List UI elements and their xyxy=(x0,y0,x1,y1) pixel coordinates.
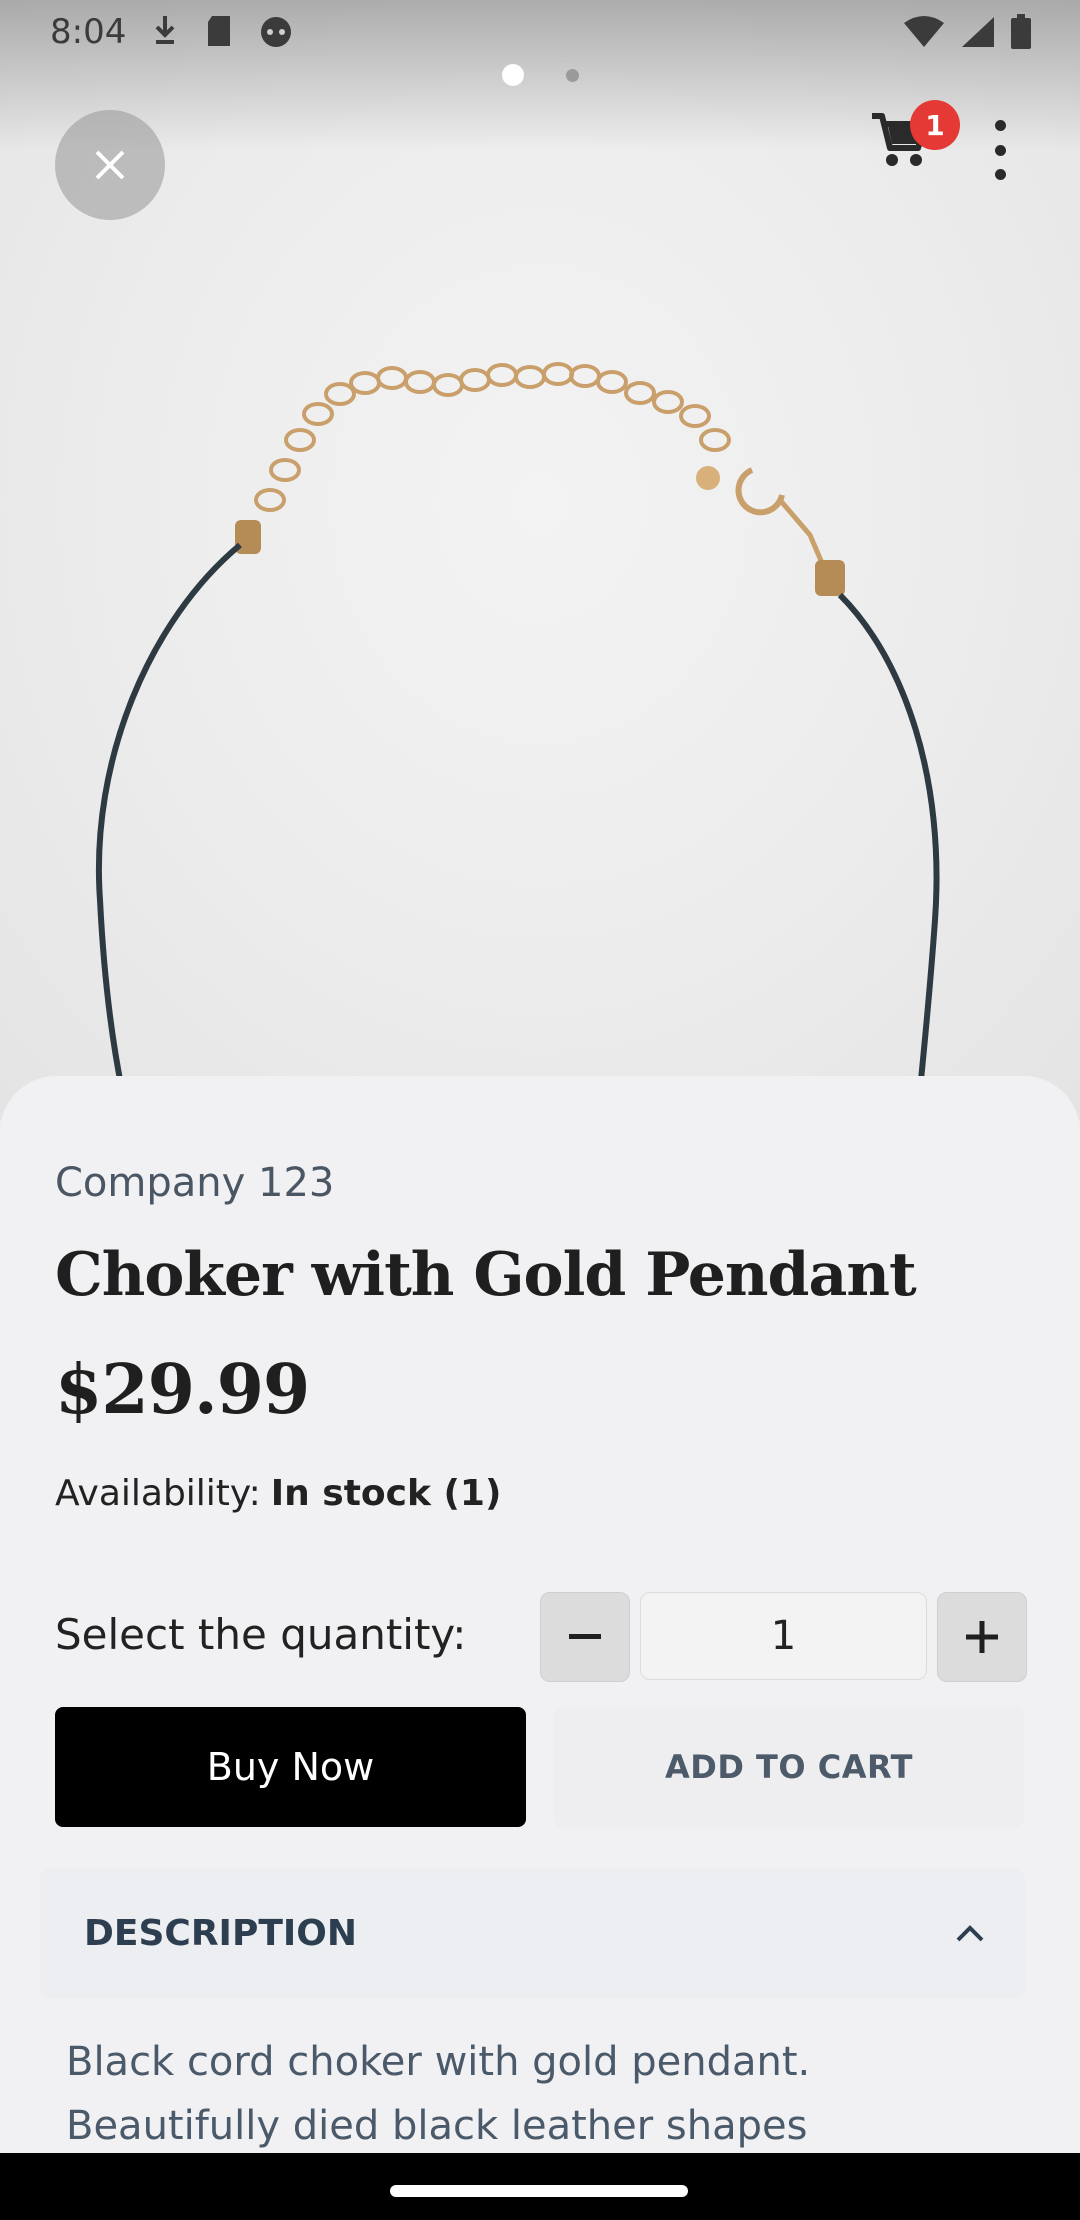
availability-label: Availability: xyxy=(55,1473,261,1514)
image-pager[interactable] xyxy=(0,64,1080,86)
status-time: 8:04 xyxy=(50,12,127,52)
battery-icon xyxy=(1011,14,1031,49)
product-title: Choker with Gold Pendant xyxy=(55,1240,917,1310)
product-brand: Company 123 xyxy=(55,1160,335,1206)
availability-value: In stock (1) xyxy=(270,1473,502,1514)
more-vert-icon xyxy=(994,120,1006,131)
product-price: $29.99 xyxy=(55,1350,310,1430)
signal-icon xyxy=(962,17,994,47)
chevron-up-icon[interactable] xyxy=(950,1918,990,1948)
pager-dot-2[interactable] xyxy=(565,68,579,82)
buy-now-button[interactable]: Buy Now xyxy=(55,1707,526,1827)
sd-card-icon xyxy=(208,16,230,46)
cart-count-badge: 1 xyxy=(910,100,960,150)
quantity-input[interactable]: 1 xyxy=(640,1592,927,1680)
status-bar: 8:04 xyxy=(0,0,1080,66)
plus-icon xyxy=(966,1621,998,1653)
wifi-icon xyxy=(904,16,944,47)
system-nav-bar xyxy=(0,2153,1080,2220)
availability: Availability: In stock (1) xyxy=(55,1473,501,1514)
download-icon xyxy=(155,16,175,44)
close-icon xyxy=(95,150,125,180)
face-icon xyxy=(261,17,291,47)
description-text: Black cord choker with gold pendant. Bea… xyxy=(66,2039,811,2149)
home-handle[interactable] xyxy=(390,2185,688,2197)
description-title: DESCRIPTION xyxy=(84,1913,358,1954)
more-options-button[interactable] xyxy=(985,120,1015,180)
minus-icon xyxy=(569,1634,601,1639)
quantity-decrease-button[interactable] xyxy=(540,1592,630,1682)
pager-dot-1[interactable] xyxy=(501,64,524,86)
add-to-cart-button[interactable]: ADD TO CART xyxy=(554,1707,1024,1827)
quantity-increase-button[interactable] xyxy=(937,1592,1027,1682)
close-button[interactable] xyxy=(55,110,165,220)
quantity-label: Select the quantity: xyxy=(55,1610,467,1659)
